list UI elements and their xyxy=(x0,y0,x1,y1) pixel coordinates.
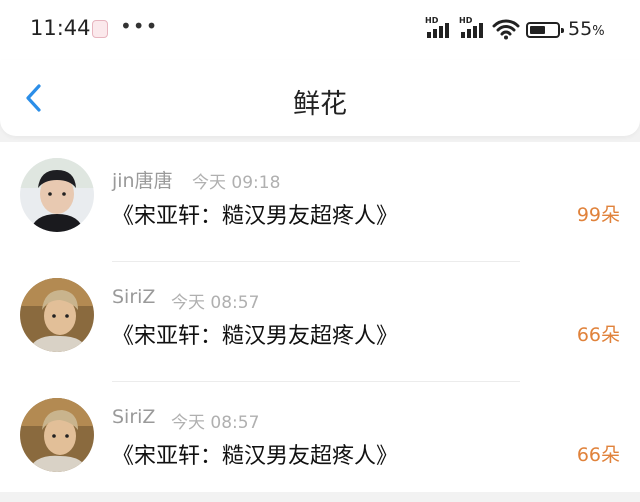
page-header: 鲜花 xyxy=(0,60,640,136)
battery-percent: 55% xyxy=(568,18,605,40)
flower-count: 66朵 xyxy=(576,444,620,466)
username: SiriZ xyxy=(112,406,156,428)
flower-list: jin唐唐 今天 09:18 《宋亚轩：糙汉男友超疼人》 99朵 SiriZ 今… xyxy=(0,142,640,492)
avatar[interactable] xyxy=(20,158,94,232)
timestamp: 今天 08:57 xyxy=(171,413,260,433)
username: SiriZ xyxy=(112,286,156,308)
avatar[interactable] xyxy=(20,278,94,352)
status-bar: 11:44 ••• HD HD 55% xyxy=(0,0,640,60)
username: jin唐唐 xyxy=(112,170,173,192)
battery-icon xyxy=(526,22,564,38)
hd-label: HD xyxy=(425,16,439,25)
message-text: 《宋亚轩：糙汉男友超疼人》 xyxy=(112,324,399,349)
signal-hd-icon: HD xyxy=(425,16,455,38)
timestamp: 今天 09:18 xyxy=(192,173,281,193)
avatar[interactable] xyxy=(20,398,94,472)
signal-hd-icon: HD xyxy=(459,16,489,38)
message-text: 《宋亚轩：糙汉男友超疼人》 xyxy=(112,204,399,229)
list-item[interactable]: SiriZ 今天 08:57 《宋亚轩：糙汉男友超疼人》 66朵 xyxy=(0,382,640,502)
page-title: 鲜花 xyxy=(293,89,347,120)
flower-count: 66朵 xyxy=(576,324,620,346)
timestamp: 今天 08:57 xyxy=(171,293,260,313)
more-notifications-icon: ••• xyxy=(120,14,159,38)
hd-label: HD xyxy=(459,16,473,25)
app-notification-icon xyxy=(92,20,108,38)
status-time: 11:44 xyxy=(30,16,91,40)
list-item[interactable]: SiriZ 今天 08:57 《宋亚轩：糙汉男友超疼人》 66朵 xyxy=(0,262,640,382)
message-text: 《宋亚轩：糙汉男友超疼人》 xyxy=(112,444,399,469)
wifi-icon xyxy=(492,19,520,40)
flower-count: 99朵 xyxy=(576,204,620,226)
list-item[interactable]: jin唐唐 今天 09:18 《宋亚轩：糙汉男友超疼人》 99朵 xyxy=(0,142,640,262)
